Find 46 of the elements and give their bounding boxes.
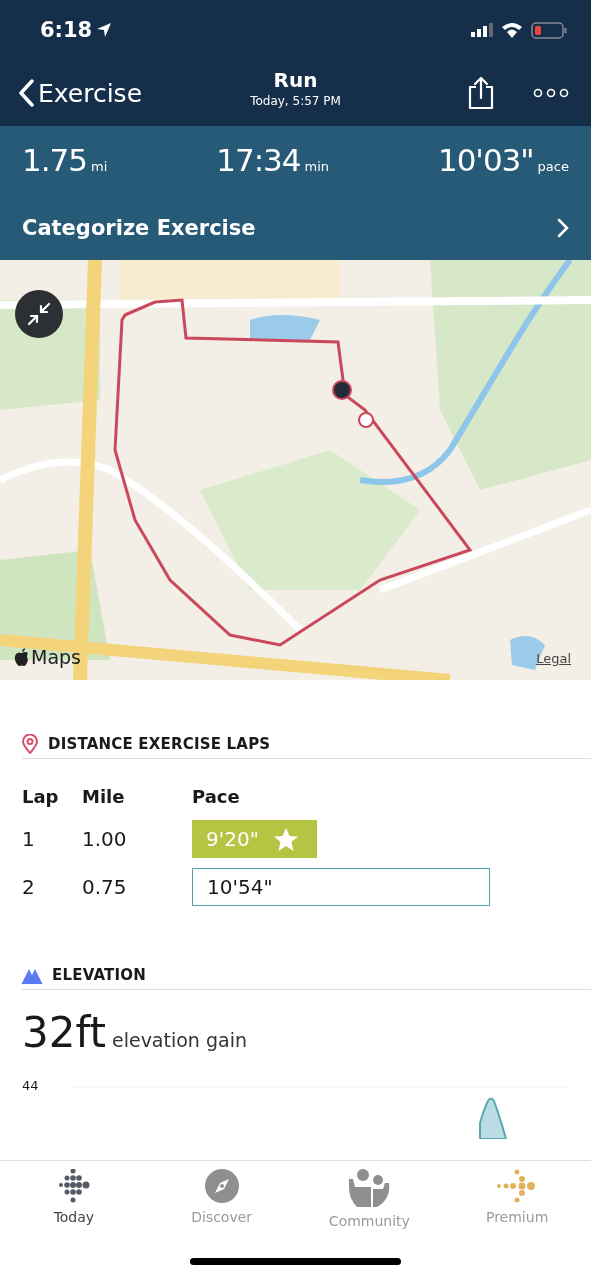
categorize-label: Categorize Exercise (22, 216, 256, 240)
stat-value: 17:34 (216, 142, 301, 178)
back-button[interactable]: Exercise (18, 78, 143, 108)
elevation-caption: elevation gain (111, 1029, 247, 1051)
column-header: Mile (82, 784, 126, 809)
clock-time: 6:18 (40, 18, 93, 42)
column-header: Pace (192, 784, 241, 809)
compass-icon (204, 1169, 239, 1203)
battery-icon (531, 21, 567, 39)
stat-unit: pace (537, 159, 569, 174)
location-arrow-icon (96, 22, 113, 38)
signal-icon (471, 23, 493, 37)
table-cell-text: 1 (22, 826, 36, 853)
dots-logo-icon (56, 1169, 91, 1203)
stat-value: 1.75 (22, 142, 88, 178)
categorize-row[interactable]: Categorize Exercise (22, 196, 569, 260)
people-icon (347, 1169, 392, 1207)
location-pin-icon (22, 734, 38, 754)
dots-logo-icon (497, 1169, 538, 1203)
maps-logo-text: Maps (31, 646, 81, 668)
elevation-value: 32ft (22, 1008, 106, 1057)
chevron-right-icon (557, 218, 569, 238)
column-header: Lap (22, 784, 60, 809)
star-icon (272, 826, 299, 852)
section-title: ELEVATION (52, 966, 146, 984)
apple-logo-icon (14, 647, 30, 667)
elevation-area (479, 1097, 507, 1139)
share-icon[interactable] (467, 76, 495, 110)
tab-bar-item[interactable]: Today (18, 1161, 129, 1237)
table-cell-text: 0.75 (82, 874, 128, 901)
table-cell-text: 2 (22, 874, 36, 901)
wifi-icon (501, 22, 523, 38)
collapse-arrows-icon (27, 302, 51, 326)
axis-label: 44 (22, 1079, 40, 1093)
table-cell-text: 1.00 (82, 826, 128, 853)
stat-unit: mi (91, 159, 108, 174)
chevron-left-icon (18, 79, 34, 107)
screen-title: Run (273, 68, 318, 92)
more-icon[interactable] (533, 88, 569, 98)
screen-subtitle: Today, 5:57 PM (250, 94, 341, 108)
stat-unit: min (304, 159, 330, 174)
stat-value: 10'03" (437, 142, 534, 178)
best-pace-badge: 9'20" (192, 820, 317, 858)
section-title: DISTANCE EXERCISE LAPS (48, 735, 271, 753)
pace-field: 10'54" (192, 868, 490, 906)
legal-link[interactable]: Legal (536, 651, 571, 666)
